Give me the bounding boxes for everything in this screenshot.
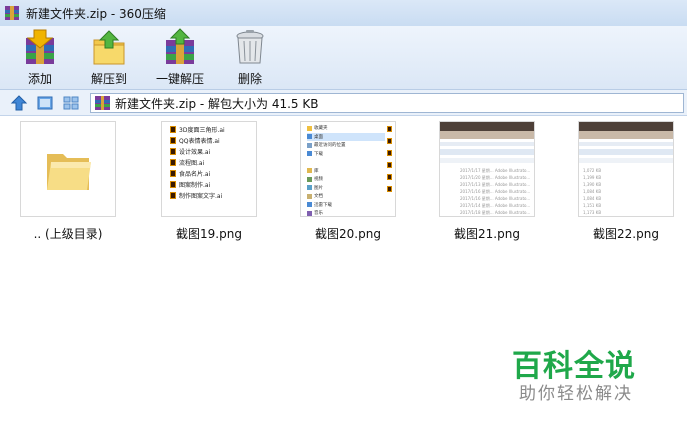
- file-thumbnail: 收藏夹 桌面 最近访问的位置 下载 库 视频 图片 文档 迅雷下载 音乐: [300, 121, 396, 217]
- list-item: 音乐: [307, 209, 385, 216]
- ai-file-icon: [387, 186, 392, 192]
- list-item: 2017/1/17 星期... Adobe Illustrato...: [460, 168, 531, 173]
- zip-archive-icon: [95, 96, 110, 110]
- thumbnail-explorer-pane: 收藏夹 桌面 最近访问的位置 下载 库 视频 图片 文档 迅雷下载 音乐: [307, 124, 385, 216]
- list-item: 1,084 KB: [583, 196, 602, 201]
- up-arrow-icon[interactable]: [10, 94, 28, 112]
- list-item: QQ表情表情.ai: [170, 135, 256, 146]
- extract-to-button[interactable]: 解压到: [86, 28, 132, 88]
- file-item-screenshot-22[interactable]: 1,072 KB 1,199 KB 1,390 KB 1,084 KB 1,08…: [566, 121, 686, 242]
- list-item: 1,151 KB: [583, 203, 602, 208]
- ai-file-icon: [170, 192, 176, 199]
- thunder-download-icon: [307, 202, 312, 208]
- ai-file-icon: [170, 170, 176, 177]
- delete-button-label: 删除: [237, 72, 262, 86]
- list-item: 1,072 KB: [583, 168, 602, 173]
- one-click-extract-icon: [162, 28, 198, 66]
- ai-file-icon: [170, 159, 176, 166]
- list-item: 1,084 KB: [583, 189, 602, 194]
- path-field[interactable]: 新建文件夹.zip - 解包大小为 41.5 KB: [90, 93, 684, 113]
- list-item: 2017/1/16 星期... Adobe Illustrato...: [460, 189, 531, 194]
- music-icon: [307, 210, 312, 216]
- star-icon: [307, 125, 312, 131]
- picture-icon: [307, 185, 312, 191]
- list-item: 视频: [307, 175, 385, 184]
- list-item: 2017/1/18 星期... Adobe Illustrato...: [460, 210, 531, 215]
- file-thumbnail: [20, 121, 116, 217]
- ai-file-icon: [387, 150, 392, 156]
- file-item-screenshot-19[interactable]: 3D度面三角形.ai QQ表情表情.ai 设计效果.ai 流程图.ai 食品名片…: [149, 121, 269, 242]
- list-item: 设计效果.ai: [170, 146, 256, 157]
- list-item: 3D度面三角形.ai: [170, 124, 256, 135]
- add-archive-icon: [22, 28, 58, 66]
- video-icon: [307, 176, 312, 182]
- file-name: 截图20.png: [315, 227, 381, 241]
- ai-file-icon: [170, 148, 176, 155]
- list-item: [307, 158, 385, 167]
- ai-file-icon: [387, 162, 392, 168]
- ai-file-icon: [170, 126, 176, 133]
- watermark-subtitle: 助你轻松解决: [519, 384, 633, 404]
- list-view-icon[interactable]: [62, 94, 80, 112]
- file-name: 截图22.png: [593, 227, 659, 241]
- file-name: 截图21.png: [454, 227, 520, 241]
- list-item: 食品名片.ai: [170, 168, 256, 179]
- file-item-screenshot-21[interactable]: 2017/1/17 星期... Adobe Illustrato... 2017…: [427, 121, 547, 242]
- ai-file-icon: [170, 181, 176, 188]
- list-item: 2017/1/20 星期... Adobe Illustrato...: [460, 175, 531, 180]
- toolbar: 添加 解压到 一键解压 删除: [0, 26, 687, 90]
- list-item: 下载: [307, 150, 385, 159]
- list-item: 桌面: [307, 132, 385, 141]
- desktop-icon: [307, 134, 312, 140]
- file-thumbnail: 1,072 KB 1,199 KB 1,390 KB 1,084 KB 1,08…: [578, 121, 674, 217]
- one-click-extract-button-label: 一键解压: [155, 72, 204, 86]
- file-thumbnail: 3D度面三角形.ai QQ表情表情.ai 设计效果.ai 流程图.ai 食品名片…: [161, 121, 257, 217]
- one-click-extract-button[interactable]: 一键解压: [152, 28, 208, 88]
- list-item: 文档: [307, 192, 385, 201]
- recent-icon: [307, 142, 312, 148]
- delete-button[interactable]: 删除: [230, 28, 270, 88]
- list-item: 图案制作.ai: [170, 179, 256, 190]
- thumbnail-file-icons: [387, 126, 393, 198]
- ai-file-icon: [170, 137, 176, 144]
- extract-folder-icon: [91, 28, 127, 66]
- file-item-screenshot-20[interactable]: 收藏夹 桌面 最近访问的位置 下载 库 视频 图片 文档 迅雷下载 音乐 截图2…: [288, 121, 408, 242]
- list-item: 最近访问的位置: [307, 141, 385, 150]
- list-item: 图片: [307, 184, 385, 193]
- file-item-parent-directory[interactable]: .. (上级目录): [8, 121, 128, 242]
- download-icon: [307, 151, 312, 157]
- list-item: 1,173 KB: [583, 210, 602, 215]
- list-item: 1,199 KB: [583, 175, 602, 180]
- ai-file-icon: [387, 174, 392, 180]
- ai-file-icon: [387, 126, 392, 132]
- list-item: 1,390 KB: [583, 182, 602, 187]
- list-item: 制作图案文字.ai: [170, 190, 256, 201]
- file-name: .. (上级目录): [33, 227, 103, 241]
- add-button-label: 添加: [27, 72, 52, 86]
- address-bar: 新建文件夹.zip - 解包大小为 41.5 KB: [0, 90, 687, 116]
- document-icon: [307, 193, 312, 199]
- extract-to-button-label: 解压到: [90, 72, 127, 86]
- large-icons-view-icon[interactable]: [36, 94, 54, 112]
- archive-app-icon: [4, 5, 20, 21]
- window-title: 新建文件夹.zip - 360压缩: [26, 6, 166, 21]
- path-text: 新建文件夹.zip - 解包大小为 41.5 KB: [115, 96, 319, 111]
- ai-file-icon: [387, 138, 392, 144]
- list-item: 库: [307, 167, 385, 176]
- add-button[interactable]: 添加: [20, 28, 60, 88]
- list-item: 2017/1/13 星期... Adobe Illustrato...: [460, 182, 531, 187]
- library-icon: [307, 168, 312, 174]
- list-item: 2017/1/14 星期... Adobe Illustrato...: [460, 203, 531, 208]
- list-item: 流程图.ai: [170, 157, 256, 168]
- folder-icon: [45, 148, 93, 195]
- list-item: 2017/1/16 星期... Adobe Illustrato...: [460, 196, 531, 201]
- trash-can-icon: [232, 28, 268, 66]
- file-name: 截图19.png: [176, 227, 242, 241]
- list-item: 收藏夹: [307, 124, 385, 133]
- file-thumbnail: 2017/1/17 星期... Adobe Illustrato... 2017…: [439, 121, 535, 217]
- list-item: 迅雷下载: [307, 201, 385, 210]
- thumbnail-file-list: 3D度面三角形.ai QQ表情表情.ai 设计效果.ai 流程图.ai 食品名片…: [170, 124, 256, 201]
- title-bar: 新建文件夹.zip - 360压缩: [0, 0, 687, 26]
